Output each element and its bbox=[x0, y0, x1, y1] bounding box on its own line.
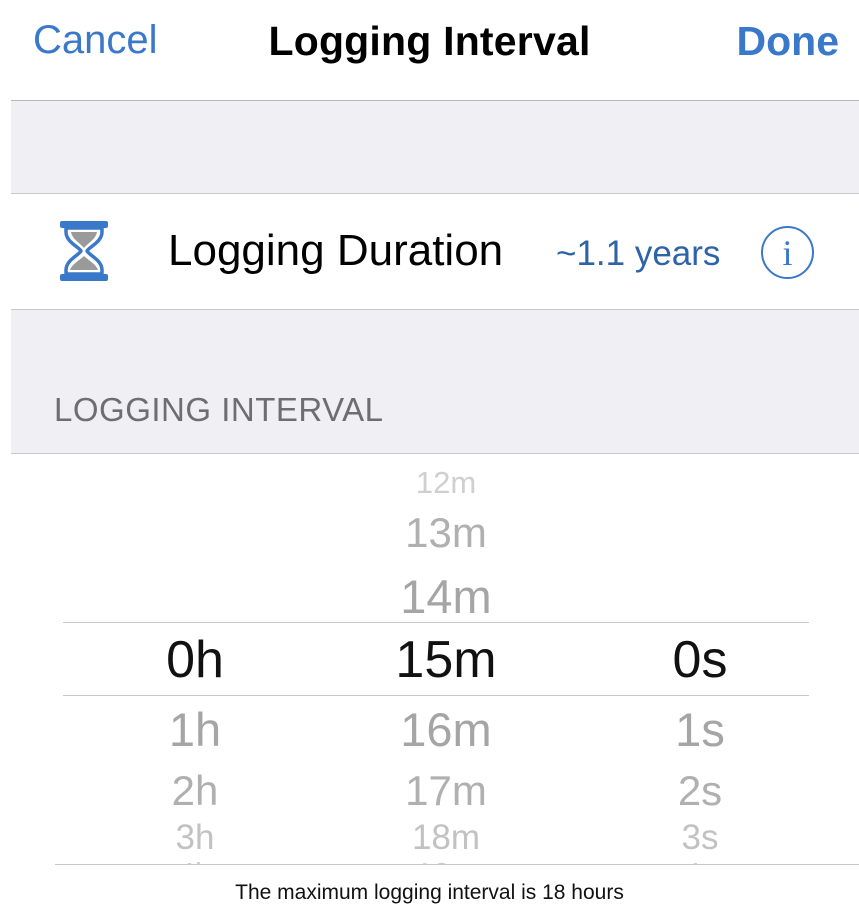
cancel-button[interactable]: Cancel bbox=[33, 18, 158, 63]
done-button[interactable]: Done bbox=[737, 18, 840, 65]
logging-duration-value: ~1.1 years bbox=[556, 234, 721, 273]
page-title-text: Logging Interval bbox=[268, 18, 591, 64]
footer-note: The maximum logging interval is 18 hours bbox=[235, 881, 624, 904]
logging-duration-row: Logging Duration ~1.1 years i bbox=[11, 194, 859, 309]
section-header: LOGGING INTERVAL bbox=[54, 391, 384, 428]
section-header-band: LOGGING INTERVAL bbox=[11, 310, 859, 453]
info-glyph: i bbox=[782, 232, 793, 273]
picker-minutes-selected[interactable]: 15m bbox=[395, 630, 496, 690]
picker-minutes-option[interactable]: 18m bbox=[412, 818, 480, 858]
group-spacer bbox=[11, 101, 859, 193]
picker-seconds-option[interactable]: 2s bbox=[678, 767, 722, 815]
hourglass-icon bbox=[60, 221, 108, 281]
picker-selection-bottom-line bbox=[63, 695, 809, 696]
picker-hours-option[interactable]: 2h bbox=[172, 767, 219, 815]
info-icon[interactable]: i bbox=[761, 226, 814, 279]
picker-hours-option[interactable]: 1h bbox=[169, 702, 221, 757]
picker-seconds-option[interactable]: 3s bbox=[682, 818, 719, 858]
picker-seconds-option[interactable]: 1s bbox=[675, 702, 725, 757]
picker-minutes-option[interactable]: 16m bbox=[400, 702, 491, 757]
picker-seconds-selected[interactable]: 0s bbox=[673, 630, 728, 690]
picker-minutes-option[interactable]: 13m bbox=[405, 509, 487, 557]
interval-picker[interactable]: 0h 1h 2h 3h 4h 12m 13m 14m 15m 16m 17m 1… bbox=[0, 454, 859, 865]
logging-duration-label: Logging Duration bbox=[168, 226, 504, 275]
picker-hours-selected[interactable]: 0h bbox=[166, 630, 224, 690]
divider bbox=[55, 864, 859, 865]
navigation-bar: Cancel Logging Interval Done bbox=[0, 0, 859, 100]
picker-selection-top-line bbox=[63, 622, 809, 623]
picker-minutes-option[interactable]: 12m bbox=[416, 465, 476, 501]
picker-minutes-option[interactable]: 14m bbox=[400, 569, 491, 624]
picker-minutes-option[interactable]: 17m bbox=[405, 767, 487, 815]
picker-hours-option[interactable]: 3h bbox=[176, 818, 215, 858]
